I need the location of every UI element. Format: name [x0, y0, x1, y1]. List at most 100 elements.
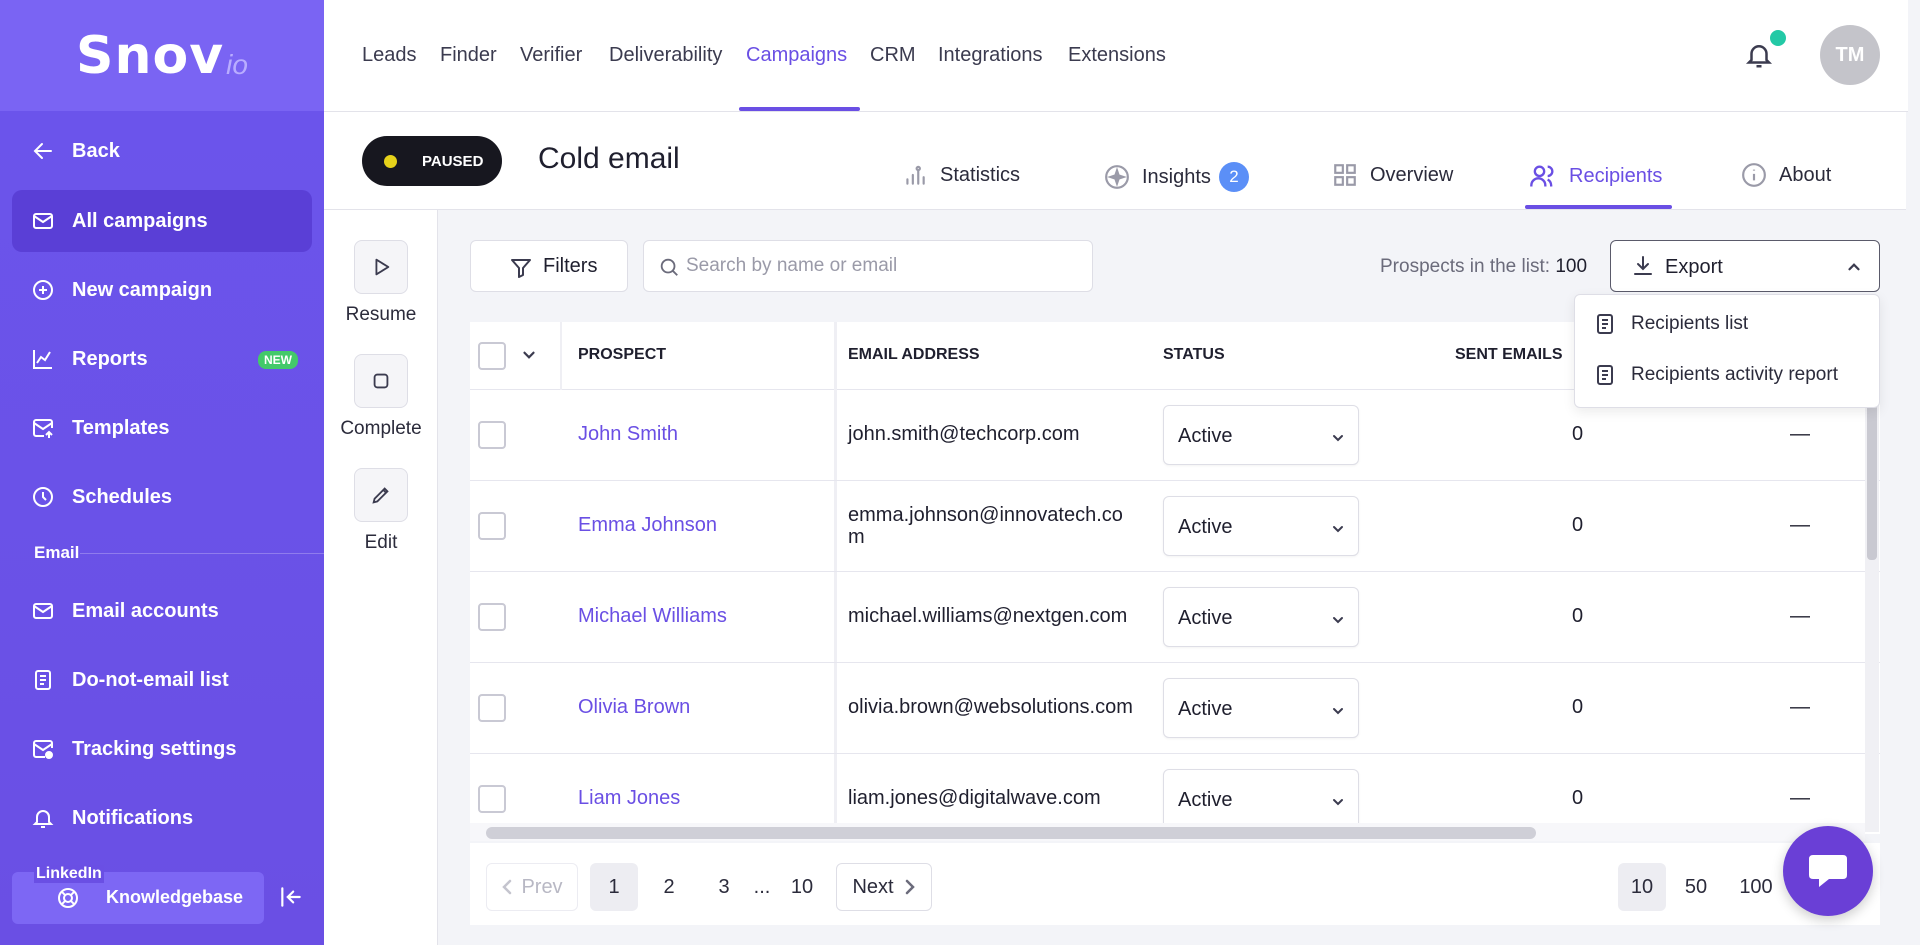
sidebar-item-label: Tracking settings [72, 737, 237, 760]
status-select[interactable]: Active [1163, 678, 1359, 738]
status-select[interactable]: Active [1163, 769, 1359, 829]
row-checkbox[interactable] [478, 512, 506, 540]
sidebar-item-label: All campaigns [72, 209, 208, 232]
sidebar-item-label: Notifications [72, 806, 194, 829]
page-2[interactable]: 2 [645, 863, 693, 911]
info-icon [1741, 162, 1767, 188]
table-row: Emma Johnson emma.johnson@innovatech.com… [470, 481, 1880, 572]
bell-icon [30, 805, 56, 831]
next-page-button[interactable]: Next [836, 863, 932, 911]
select-all-checkbox[interactable] [478, 342, 506, 370]
horizontal-scrollbar[interactable] [470, 823, 1865, 841]
tab-label: Recipients [1569, 164, 1663, 187]
filters-button[interactable]: Filters [470, 240, 628, 292]
chat-bubble-icon [1805, 851, 1851, 891]
page-scrollbar[interactable] [1908, 0, 1920, 945]
page-1[interactable]: 1 [590, 863, 638, 911]
resume-button[interactable] [354, 240, 408, 294]
sidebar-item-email-accounts[interactable]: Email accounts [12, 580, 312, 642]
prev-page-button[interactable]: Prev [486, 863, 578, 911]
sidebar-item-reports[interactable]: Reports NEW [12, 328, 312, 390]
chevron-down-icon[interactable] [520, 346, 538, 364]
page-10[interactable]: 10 [778, 863, 826, 911]
export-recipients-activity-report[interactable]: Recipients activity report [1593, 363, 1838, 387]
resume-action[interactable]: Resume [324, 240, 438, 326]
prospect-name[interactable]: Emma Johnson [578, 514, 717, 537]
filters-label: Filters [543, 254, 598, 277]
chat-widget-button[interactable] [1783, 826, 1873, 916]
row-checkbox[interactable] [478, 421, 506, 449]
sidebar-item-schedules[interactable]: Schedules [12, 466, 312, 528]
export-button[interactable]: Export [1610, 240, 1880, 292]
page-3[interactable]: 3 [700, 863, 748, 911]
status-select[interactable]: Active [1163, 496, 1359, 556]
status-select[interactable]: Active [1163, 405, 1359, 465]
status-label: PAUSED [422, 152, 484, 170]
logo-suffix: io [226, 48, 248, 80]
section-linkedin-heading: LinkedIn [34, 865, 104, 883]
mail-icon [30, 208, 56, 234]
sidebar-item-do-not-email-list[interactable]: Do-not-email list [12, 649, 312, 711]
prospect-name[interactable]: Michael Williams [578, 605, 727, 628]
prospect-name[interactable]: Liam Jones [578, 787, 680, 810]
extra-value: — [1790, 787, 1810, 809]
sidebar-item-label: Schedules [72, 485, 173, 508]
header-prospect[interactable]: PROSPECT [578, 346, 666, 364]
edit-action[interactable]: Edit [324, 468, 438, 554]
row-checkbox[interactable] [478, 603, 506, 631]
sidebar-item-new-campaign[interactable]: New campaign [12, 259, 312, 321]
complete-action[interactable]: Complete [324, 354, 438, 440]
mail-settings-icon [30, 736, 56, 762]
prospect-name[interactable]: Olivia Brown [578, 696, 690, 719]
logo[interactable]: Snov io [0, 0, 324, 111]
sent-emails-value: 0 [1572, 696, 1584, 718]
sidebar-item-tracking-settings[interactable]: Tracking settings [12, 718, 312, 780]
notifications-bell-icon[interactable] [1744, 40, 1774, 70]
status-value: Active [1178, 698, 1233, 720]
header-status[interactable]: STATUS [1163, 346, 1225, 364]
edit-button[interactable] [354, 468, 408, 522]
nav-deliverability[interactable]: Deliverability [609, 44, 722, 67]
avatar[interactable]: TM [1820, 25, 1880, 85]
tab-statistics[interactable]: Statistics [902, 162, 1020, 188]
vertical-scrollbar[interactable] [1865, 390, 1879, 832]
bar-chart-icon [902, 162, 928, 188]
users-icon [1529, 162, 1557, 190]
tab-insights[interactable]: Insights 2 [1104, 162, 1249, 192]
complete-button[interactable] [354, 354, 408, 408]
row-checkbox[interactable] [478, 785, 506, 813]
chevron-right-icon [904, 879, 916, 895]
export-label: Export [1665, 256, 1723, 278]
scrollbar-thumb[interactable] [1867, 398, 1877, 560]
sidebar-item-notifications[interactable]: Notifications [12, 787, 312, 849]
nav-integrations[interactable]: Integrations [938, 44, 1043, 67]
collapse-sidebar-icon[interactable] [278, 884, 304, 910]
export-recipients-list[interactable]: Recipients list [1593, 312, 1748, 336]
nav-verifier[interactable]: Verifier [520, 44, 582, 67]
per-page-10[interactable]: 10 [1618, 863, 1666, 911]
nav-crm[interactable]: CRM [870, 44, 916, 67]
tab-recipients[interactable]: Recipients [1529, 162, 1662, 190]
nav-extensions[interactable]: Extensions [1068, 44, 1166, 67]
header-sent-emails[interactable]: SENT EMAILS [1455, 346, 1563, 364]
tab-overview[interactable]: Overview [1332, 162, 1453, 188]
nav-finder[interactable]: Finder [440, 44, 497, 67]
per-page-50[interactable]: 50 [1672, 863, 1720, 911]
extra-value: — [1790, 514, 1810, 536]
prospect-name[interactable]: John Smith [578, 423, 678, 446]
page-title: Cold email [538, 142, 680, 175]
sidebar-item-back[interactable]: Back [12, 120, 312, 182]
sidebar-item-all-campaigns[interactable]: All campaigns [12, 190, 312, 252]
nav-leads[interactable]: Leads [362, 44, 417, 67]
tab-about[interactable]: About [1741, 162, 1831, 188]
nav-campaigns[interactable]: Campaigns [746, 44, 847, 67]
per-page-100[interactable]: 100 [1728, 863, 1784, 911]
scrollbar-thumb[interactable] [486, 827, 1536, 839]
sidebar-item-templates[interactable]: Templates [12, 397, 312, 459]
row-checkbox[interactable] [478, 694, 506, 722]
header-email-address[interactable]: EMAIL ADDRESS [848, 346, 980, 364]
status-value: Active [1178, 607, 1233, 629]
search-input[interactable] [686, 241, 1086, 291]
status-select[interactable]: Active [1163, 587, 1359, 647]
main-content: Filters Prospects in the list: 100 Expor… [438, 210, 1920, 945]
